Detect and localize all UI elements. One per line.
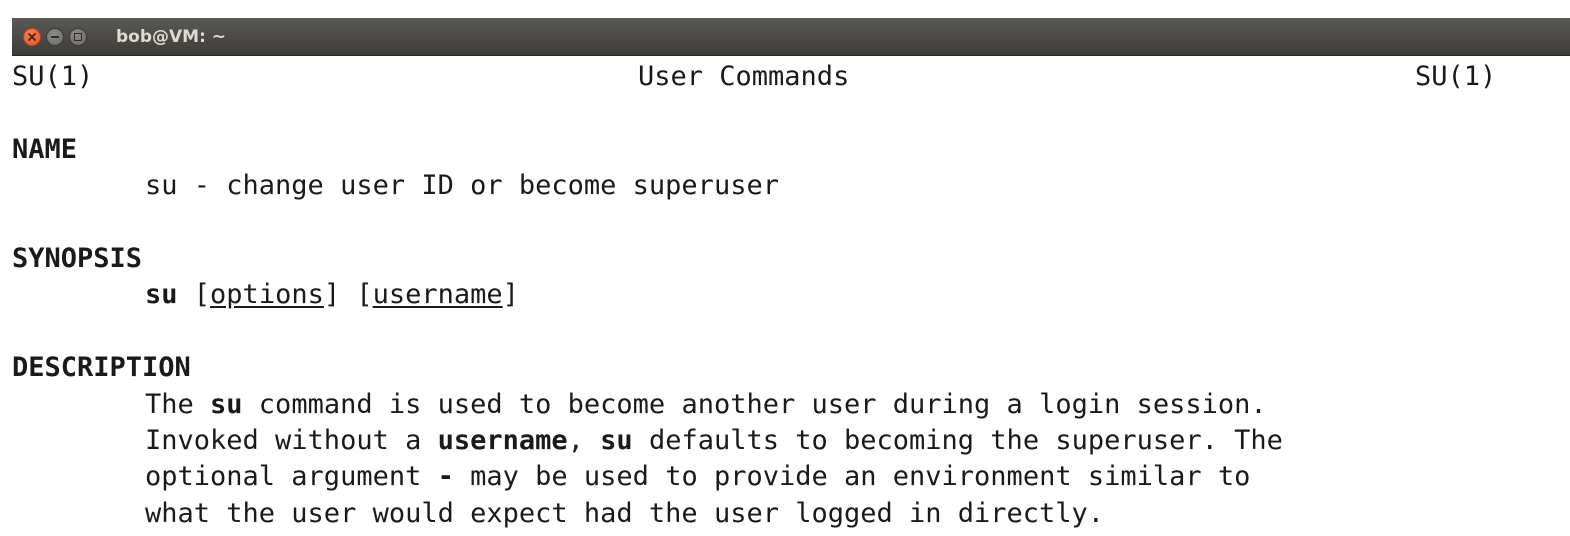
bold-su: su: [600, 425, 633, 456]
description-line-1: The su command is used to become another…: [145, 387, 1267, 423]
man-header-right: SU(1): [1415, 61, 1497, 92]
text: defaults to becoming the superuser. The: [632, 425, 1283, 456]
bold-username: username: [437, 425, 568, 456]
bracket-close: ]: [502, 279, 519, 310]
text: ,: [567, 425, 601, 456]
description-line-3: optional argument - may be used to provi…: [145, 459, 1250, 495]
name-text: su - change user ID or become superuser: [145, 170, 779, 201]
name-heading: NAME: [12, 134, 78, 165]
description-heading: DESCRIPTION: [12, 352, 191, 383]
terminal-window: bob@VM: ~ SU(1) User Commands SU(1) NAME…: [0, 0, 1570, 536]
synopsis-line: su [options] [username]: [145, 277, 519, 313]
synopsis-heading: SYNOPSIS: [12, 243, 143, 274]
bold-dash: -: [437, 461, 454, 492]
man-header-center: User Commands: [638, 61, 850, 92]
terminal-content[interactable]: SU(1) User Commands SU(1) NAME su - chan…: [12, 56, 1570, 536]
text: Invoked without a: [145, 425, 438, 456]
description-line-4: what the user would expect had the user …: [145, 498, 1105, 529]
text: optional argument: [145, 461, 438, 492]
title-bar[interactable]: bob@VM: ~: [12, 18, 1570, 56]
close-icon[interactable]: [23, 28, 41, 46]
bracket-separator: ] [: [323, 279, 373, 310]
synopsis-username: username: [372, 279, 503, 310]
maximize-icon[interactable]: [69, 28, 87, 46]
synopsis-command: su: [145, 279, 178, 310]
synopsis-options: options: [210, 279, 324, 310]
text: The: [145, 389, 211, 420]
man-header-left: SU(1): [12, 61, 94, 92]
minimize-icon[interactable]: [46, 28, 64, 46]
bold-su: su: [210, 389, 243, 420]
bracket-open: [: [193, 279, 211, 310]
text: command is used to become another user d…: [242, 389, 1267, 420]
window-title: bob@VM: ~: [116, 27, 227, 47]
description-line-2: Invoked without a username, su defaults …: [145, 423, 1283, 459]
text: may be used to provide an environment si…: [453, 461, 1251, 492]
